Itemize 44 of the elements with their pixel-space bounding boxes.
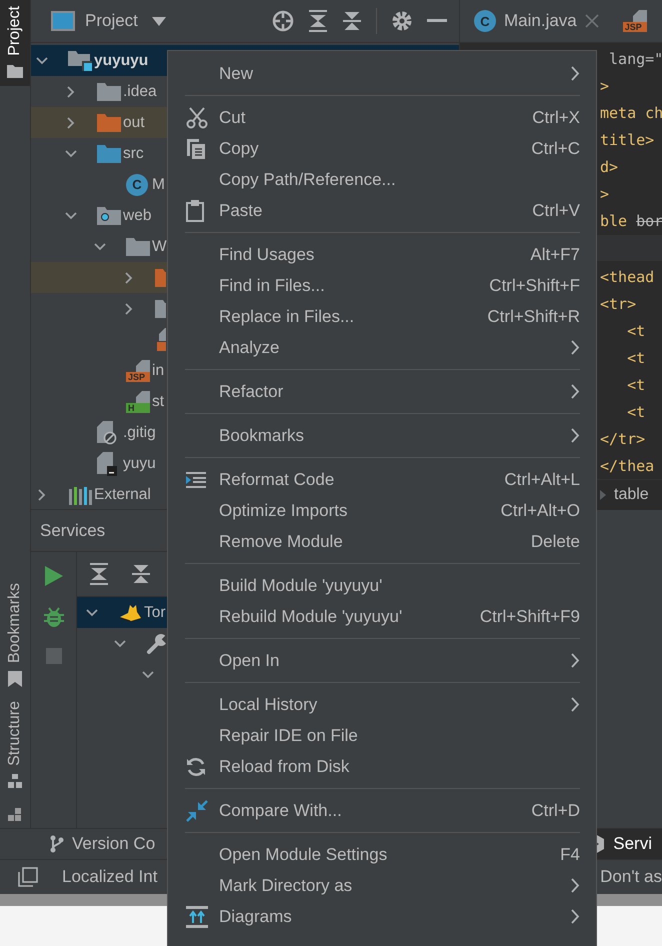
code-line: d> <box>600 158 618 176</box>
shortcut-text: Ctrl+Shift+R <box>487 306 580 326</box>
shortcut-text: Ctrl+Alt+O <box>500 500 580 520</box>
code-line: > <box>600 184 610 202</box>
shortcut-text: Ctrl+X <box>532 108 580 128</box>
tree-label: .idea <box>123 82 157 100</box>
code-line: title> <box>600 130 654 148</box>
class-icon: C <box>126 174 148 196</box>
code-line: <t <box>626 402 646 420</box>
shortcut-text: Delete <box>530 532 580 552</box>
tree-label: External <box>94 486 151 504</box>
shortcut-text: F4 <box>560 844 580 864</box>
tree-label: src <box>123 144 144 162</box>
tree-label: st <box>152 392 164 410</box>
shortcut-text: Ctrl+V <box>532 200 580 220</box>
code-line: lang=" <box>608 50 662 68</box>
shortcut-text: Ctrl+Shift+F <box>489 276 580 296</box>
code-line: <tr> <box>600 294 636 312</box>
status-text: Don't as <box>600 867 662 887</box>
panel-title: Services <box>40 520 106 540</box>
tree-label: out <box>123 114 145 132</box>
code-line: <t <box>626 376 646 394</box>
code-line: <t <box>626 348 646 366</box>
shortcut-text: Ctrl+Shift+F9 <box>480 606 580 626</box>
tree-label: M <box>152 176 165 194</box>
shortcut-text: Alt+F7 <box>530 244 580 264</box>
code-line: > <box>600 76 610 94</box>
tree-label: Tor <box>144 604 166 622</box>
tree-label: yuyuyu <box>94 52 148 70</box>
tree-label: .gitig <box>123 424 156 442</box>
code-line: meta ch <box>600 104 662 122</box>
code-line: </thea <box>600 456 654 474</box>
shortcut-text: Ctrl+Alt+L <box>504 470 580 490</box>
shortcut-text: Ctrl+D <box>531 800 580 820</box>
tree-label: W <box>152 238 167 256</box>
tree-label: web <box>123 206 152 224</box>
shortcut-text: Ctrl+C <box>531 138 580 158</box>
code-line: <thead <box>600 268 654 286</box>
code-line: </tr> <box>600 430 646 448</box>
status-text: Localized Int <box>62 867 158 887</box>
tree-label: yuyu <box>123 454 156 472</box>
tree-label: in <box>152 362 164 380</box>
class-icon: C <box>474 10 496 32</box>
code-line: <t <box>626 322 646 340</box>
